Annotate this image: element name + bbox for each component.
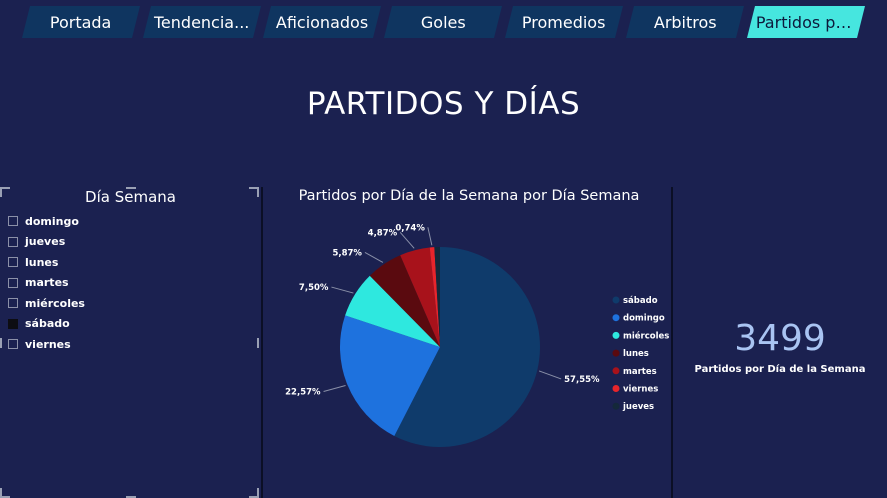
data-label: 22,57% (285, 388, 321, 398)
tab-label: Aficionados (275, 12, 369, 32)
day-slicer: Día Semana domingo jueves lunes martes m… (0, 187, 261, 498)
data-label: 4,87% (368, 228, 398, 238)
legend-item-domingo[interactable]: domingo (623, 314, 665, 324)
slicer-item-domingo[interactable]: domingo (8, 211, 85, 232)
legend-item-sábado[interactable]: sábado (623, 296, 658, 306)
slicer-item-lunes[interactable]: lunes (8, 252, 85, 273)
tab-aficionados[interactable]: Aficionados (263, 6, 381, 38)
slicer-item-jueves[interactable]: jueves (8, 232, 85, 253)
legend-item-miércoles[interactable]: miércoles (623, 330, 669, 341)
legend-marker (612, 367, 620, 375)
tab-tendencias[interactable]: Tendencia... (143, 6, 261, 38)
page-title: PARTIDOS Y DÍAS (306, 86, 581, 122)
legend-item-viernes[interactable]: viernes (623, 385, 658, 395)
tab-label: Goles (420, 12, 466, 32)
checkbox[interactable] (8, 339, 18, 350)
data-label: 0,74% (395, 223, 425, 233)
tab-label: Arbitros (653, 12, 717, 32)
legend-marker (612, 296, 620, 304)
slicer-item-martes[interactable]: martes (8, 273, 85, 294)
tab-portada[interactable]: Portada (22, 6, 140, 38)
leader-line (399, 231, 415, 249)
legend-item-jueves[interactable]: jueves (622, 402, 654, 412)
legend-item-martes[interactable]: martes (623, 367, 657, 377)
card-value: 3499 (734, 318, 826, 359)
legend-marker (612, 331, 620, 339)
checkbox[interactable] (8, 257, 18, 268)
card-label: Partidos por Día de la Semana (694, 364, 866, 375)
resize-handle[interactable] (257, 338, 259, 348)
leader-line (538, 370, 562, 380)
checkbox[interactable] (8, 236, 18, 247)
slicer-item-label: martes (25, 276, 69, 290)
resize-handle[interactable] (0, 338, 2, 348)
tab-goles[interactable]: Goles (384, 6, 502, 38)
pie-chart-panel: Partidos por Día de la Semana por Día Se… (261, 187, 673, 498)
slicer-item-label: miércoles (25, 296, 85, 310)
checkbox[interactable] (8, 277, 18, 288)
leader-line (427, 227, 433, 246)
slicer-item-label: sábado (25, 317, 70, 331)
page-tabs: Portada Tendencia... Aficionados Goles P… (0, 0, 887, 40)
data-label: 57,55% (564, 375, 600, 385)
slicer-item-label: lunes (25, 255, 59, 269)
slicer-item-label: jueves (25, 235, 66, 249)
checkbox[interactable] (8, 298, 18, 309)
legend-marker (612, 314, 620, 322)
tab-label: Partidos po... (756, 12, 856, 32)
tab-promedios[interactable]: Promedios (505, 6, 623, 38)
leader-line (364, 252, 384, 263)
kpi-card: 3499 Partidos por Día de la Semana (673, 187, 887, 498)
slicer-item-miercoles[interactable]: miércoles (8, 293, 85, 314)
slicer-item-label: viernes (25, 337, 71, 351)
data-label: 5,87% (332, 248, 362, 258)
slicer-list: domingo jueves lunes martes miércoles sá… (8, 211, 85, 355)
checkbox[interactable] (8, 216, 18, 227)
legend-marker (612, 349, 620, 357)
checkbox-checked[interactable] (8, 318, 18, 329)
legend-item-lunes[interactable]: lunes (623, 349, 649, 359)
slicer-title: Día Semana (85, 188, 176, 206)
slicer-item-viernes[interactable]: viernes (8, 334, 85, 355)
selection-corner (0, 488, 10, 498)
tab-arbitros[interactable]: Arbitros (626, 6, 744, 38)
slicer-item-label: domingo (25, 214, 79, 228)
tab-label: Promedios (522, 12, 606, 32)
data-label: 7,50% (299, 283, 329, 293)
leader-line (323, 385, 346, 393)
tab-partidos-por-dia[interactable]: Partidos po... (747, 6, 865, 38)
leader-line (331, 286, 354, 294)
tab-label: Portada (50, 12, 112, 32)
slicer-item-sabado[interactable]: sábado (8, 314, 85, 335)
tab-label: Tendencia... (154, 12, 250, 32)
legend-marker (612, 385, 620, 392)
legend-marker (612, 402, 620, 410)
selection-corner (249, 488, 259, 498)
pie-chart: 57,55% 22,57% 7,50% 5,87% 4,87%0,74% sábado do… (285, 223, 669, 447)
